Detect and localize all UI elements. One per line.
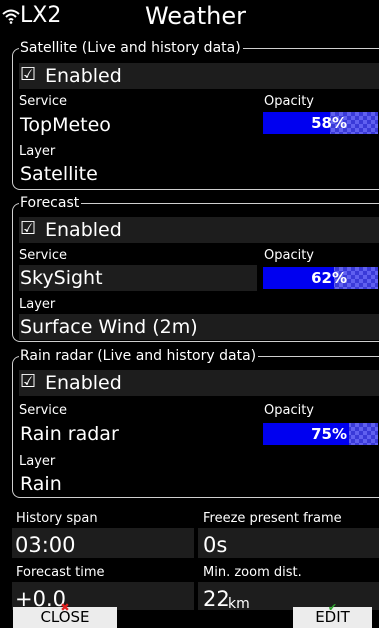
rain-section-title: Rain radar (Live and history data) [19, 347, 259, 365]
forecast-time-label: Forecast time [16, 565, 105, 580]
history-span-label: History span [16, 511, 98, 526]
forecast-enabled-label: Enabled [45, 219, 122, 241]
checkbox-checked-icon: ☑ [20, 371, 37, 392]
checkbox-checked-icon: ☑ [20, 64, 37, 85]
page-title: Weather [144, 2, 247, 30]
title-bar: LX2 Weather [0, 0, 379, 34]
freeze-frame-value: 0s [203, 533, 228, 557]
rain-layer-label: Layer [19, 454, 56, 469]
rain-opacity-value: 75% [311, 425, 347, 443]
min-zoom-label: Min. zoom dist. [203, 565, 302, 580]
satellite-layer-value[interactable]: Satellite [20, 161, 98, 187]
rain-service-label: Service [19, 403, 68, 418]
checkmark-icon: ✔ [327, 601, 338, 614]
forecast-opacity-label: Opacity [264, 248, 315, 263]
satellite-opacity-value: 58% [311, 114, 347, 132]
rain-enabled-label: Enabled [45, 372, 122, 394]
forecast-section-title: Forecast [19, 194, 82, 212]
forecast-service-value: SkySight [20, 267, 103, 289]
forecast-service-field[interactable]: SkySight [19, 265, 257, 291]
rain-enabled-checkbox[interactable]: ☑ Enabled [19, 370, 379, 396]
satellite-opacity-slider[interactable]: 58% [263, 112, 378, 134]
satellite-layer-label: Layer [19, 144, 56, 159]
satellite-enabled-checkbox[interactable]: ☑ Enabled [19, 63, 379, 89]
close-button[interactable]: ✖ CLOSE [13, 602, 117, 628]
satellite-opacity-label: Opacity [264, 94, 315, 109]
min-zoom-unit: km [228, 596, 250, 612]
forecast-opacity-slider[interactable]: 62% [263, 267, 378, 289]
close-icon: ✖ [60, 601, 70, 614]
rain-opacity-label: Opacity [264, 403, 315, 418]
forecast-enabled-checkbox[interactable]: ☑ Enabled [19, 217, 379, 243]
forecast-layer-field[interactable]: Surface Wind (2m) [19, 314, 379, 340]
rain-layer-value[interactable]: Rain [20, 471, 62, 497]
satellite-service-value[interactable]: TopMeteo [20, 112, 111, 138]
min-zoom-value: 22 [203, 587, 230, 611]
forecast-layer-value: Surface Wind (2m) [20, 316, 198, 338]
satellite-service-label: Service [19, 94, 68, 109]
history-span-value: 03:00 [15, 533, 76, 557]
forecast-opacity-value: 62% [311, 269, 347, 287]
checkbox-checked-icon: ☑ [20, 218, 37, 239]
edit-button[interactable]: ✔ EDIT [293, 602, 372, 628]
satellite-enabled-label: Enabled [45, 65, 122, 87]
satellite-section-title: Satellite (Live and history data) [19, 39, 243, 57]
forecast-layer-label: Layer [19, 297, 56, 312]
forecast-service-label: Service [19, 248, 68, 263]
rain-opacity-slider[interactable]: 75% [263, 423, 378, 445]
rain-service-value[interactable]: Rain radar [20, 421, 119, 447]
freeze-frame-label: Freeze present frame [203, 511, 342, 526]
